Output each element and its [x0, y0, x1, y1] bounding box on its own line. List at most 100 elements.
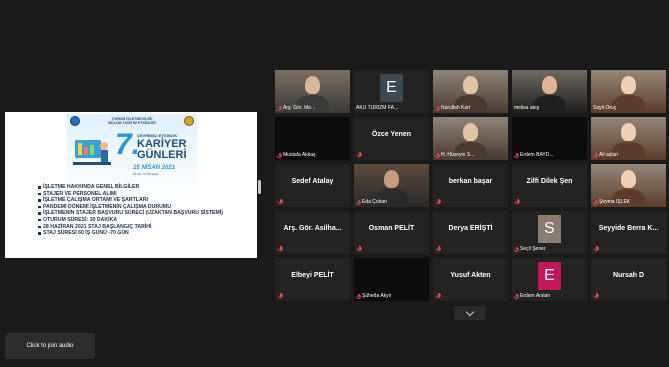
mic-muted-icon [436, 199, 441, 204]
mic-muted-icon [594, 246, 599, 251]
participant-label: Arş. Gör. Me... [277, 105, 315, 111]
mic-muted-icon [436, 293, 441, 298]
participant-tile[interactable]: E Erdem Arslan [512, 258, 587, 301]
participant-tile[interactable]: Nurullah Kart [433, 70, 508, 113]
chevron-down-icon [465, 307, 475, 316]
mic-muted-icon [593, 152, 598, 158]
participant-tile[interactable]: Şüheda Akyıl [354, 258, 429, 301]
participant-tile[interactable]: Yusuf Akten [433, 258, 508, 301]
participant-label-text: Eda Çoban [362, 199, 388, 205]
participant-body [612, 95, 645, 113]
participant-label: H. Hüseyin S... [435, 152, 474, 158]
participant-face [621, 170, 636, 188]
participant-label-text: Ali aslan [599, 152, 618, 158]
mic-muted-icon [356, 199, 361, 205]
mic-muted-icon [277, 105, 282, 111]
participant-label: Eda Çoban [356, 199, 387, 205]
participant-name: Nursah D [612, 272, 645, 279]
participant-label: Ali aslan [593, 152, 618, 158]
participant-tile[interactable]: Mustafa Akkaş [275, 117, 350, 160]
participant-tile[interactable]: S Seçil Şener [512, 211, 587, 254]
mic-muted-icon [356, 293, 361, 299]
participant-avatar: E [380, 74, 403, 102]
participant-label-text: Şüheda Akyıl [362, 293, 392, 299]
participant-label-text: Şeyma İŞLEK [599, 199, 631, 205]
participant-face [463, 123, 478, 141]
participant-tile[interactable]: Sedef Atalay [275, 164, 350, 207]
business-illustration-icon [73, 140, 111, 165]
participant-tile[interactable]: Özce Yenen [354, 117, 429, 160]
banner-header-line2: BÖLÜM TANITIM ETKİNLİĞİ [108, 121, 156, 126]
mic-muted-icon [277, 152, 282, 158]
participant-tile[interactable]: Şeyma İŞLEK [591, 164, 666, 207]
participant-tile[interactable]: E AKÜ TURİZM FA... [354, 70, 429, 113]
mic-muted-icon [593, 199, 598, 205]
mic-muted-icon [435, 152, 440, 158]
participant-tile[interactable]: Arş. Gör. Me... [275, 70, 350, 113]
mic-muted-icon [436, 246, 441, 251]
participant-tile[interactable]: Eda Çoban [354, 164, 429, 207]
participant-tile[interactable]: Nursah D [591, 258, 666, 301]
participant-face [621, 123, 636, 141]
participant-name: berkan başar [448, 178, 493, 185]
agenda-item: İŞLETME ÇALIŞMA ORTAMI VE ŞARTLARI [38, 197, 233, 204]
agenda-item: OTURUM SÜRESİ: 30 DAKİKA [38, 217, 233, 224]
mic-muted-icon [435, 105, 440, 111]
participant-label: AKÜ TURİZM FA... [356, 105, 398, 111]
participant-label-text: Erdem BAYD... [520, 152, 554, 158]
participant-tile[interactable]: Seyyide Berra K... [591, 211, 666, 254]
participant-label-text: Erdem Arslan [520, 293, 551, 299]
participant-name: Derya ERİŞTİ [448, 225, 493, 232]
participant-tile[interactable]: Ali aslan [591, 117, 666, 160]
participant-name: Sedef Atalay [291, 178, 334, 185]
participant-label: Nurullah Kart [435, 105, 470, 111]
participant-tile[interactable]: berkan başar [433, 164, 508, 207]
participant-name: Yusuf Akten [450, 272, 491, 279]
participant-face [463, 76, 478, 94]
split-drag-handle[interactable] [258, 180, 261, 194]
mic-muted-icon [594, 293, 599, 298]
participant-name: Elbeyi PELİT [291, 272, 334, 279]
participant-tile[interactable]: Elbeyi PELİT [275, 258, 350, 301]
participant-tile[interactable]: Zilfi Dilek Şen [512, 164, 587, 207]
participant-tile[interactable]: Sayit Oruç [591, 70, 666, 113]
participant-label-text: Mustafa Akkaş [283, 152, 316, 158]
participant-label-text: Arş. Gör. Me... [283, 105, 316, 111]
participant-label: Erdem BAYD... [514, 152, 554, 158]
event-date: 15 NİSAN 2021 [133, 165, 176, 171]
participant-name: Özce Yenen [371, 131, 412, 138]
participant-label-text: AKÜ TURİZM FA... [356, 105, 399, 111]
agenda-item: İŞLETME HAKKINDA GENEL BİLGİLER [38, 184, 233, 191]
participant-face [305, 76, 320, 94]
mic-muted-icon [515, 199, 520, 204]
participant-tile[interactable]: Arş. Gör. Asilha... [275, 211, 350, 254]
participant-label-text: Seçil Şener [520, 246, 546, 252]
banner-title-line2: GÜNLERİ [137, 149, 187, 161]
mic-muted-icon [278, 293, 283, 298]
participant-tile[interactable]: Osman PELİT [354, 211, 429, 254]
mic-muted-icon [514, 246, 519, 252]
participant-face [621, 76, 636, 94]
participant-label-text: melisa ateş [514, 105, 540, 111]
participant-label: Seçil Şener [514, 246, 546, 252]
participant-name: Osman PELİT [368, 225, 415, 232]
mic-muted-icon [514, 152, 519, 158]
participant-tile[interactable]: Derya ERİŞTİ [433, 211, 508, 254]
mic-muted-icon [514, 293, 519, 299]
banner-header: TURİZM İŞLETMECİLİĞİ BÖLÜM TANITIM ETKİN… [67, 117, 197, 126]
participant-label: Mustafa Akkaş [277, 152, 316, 158]
participant-label-text: H. Hüseyin S... [441, 152, 475, 158]
participant-label-text: Nurullah Kart [441, 105, 471, 111]
mic-muted-icon [357, 246, 362, 251]
join-audio-button[interactable]: Click to join audio [5, 333, 95, 359]
participant-tile[interactable]: H. Hüseyin S... [433, 117, 508, 160]
mic-muted-icon [278, 199, 283, 204]
participant-label: Şüheda Akyıl [356, 293, 391, 299]
event-time: 14.00 - 17.00 arası [133, 172, 159, 176]
participant-tile[interactable]: melisa ateş [512, 70, 587, 113]
participant-avatar: E [538, 262, 561, 290]
participant-tile[interactable]: Erdem BAYD... [512, 117, 587, 160]
gallery-next-page-button[interactable] [454, 306, 486, 320]
participant-name: Seyyide Berra K... [598, 225, 659, 232]
agenda-list: İŞLETME HAKKINDA GENEL BİLGİLER STAJER V… [38, 184, 233, 237]
